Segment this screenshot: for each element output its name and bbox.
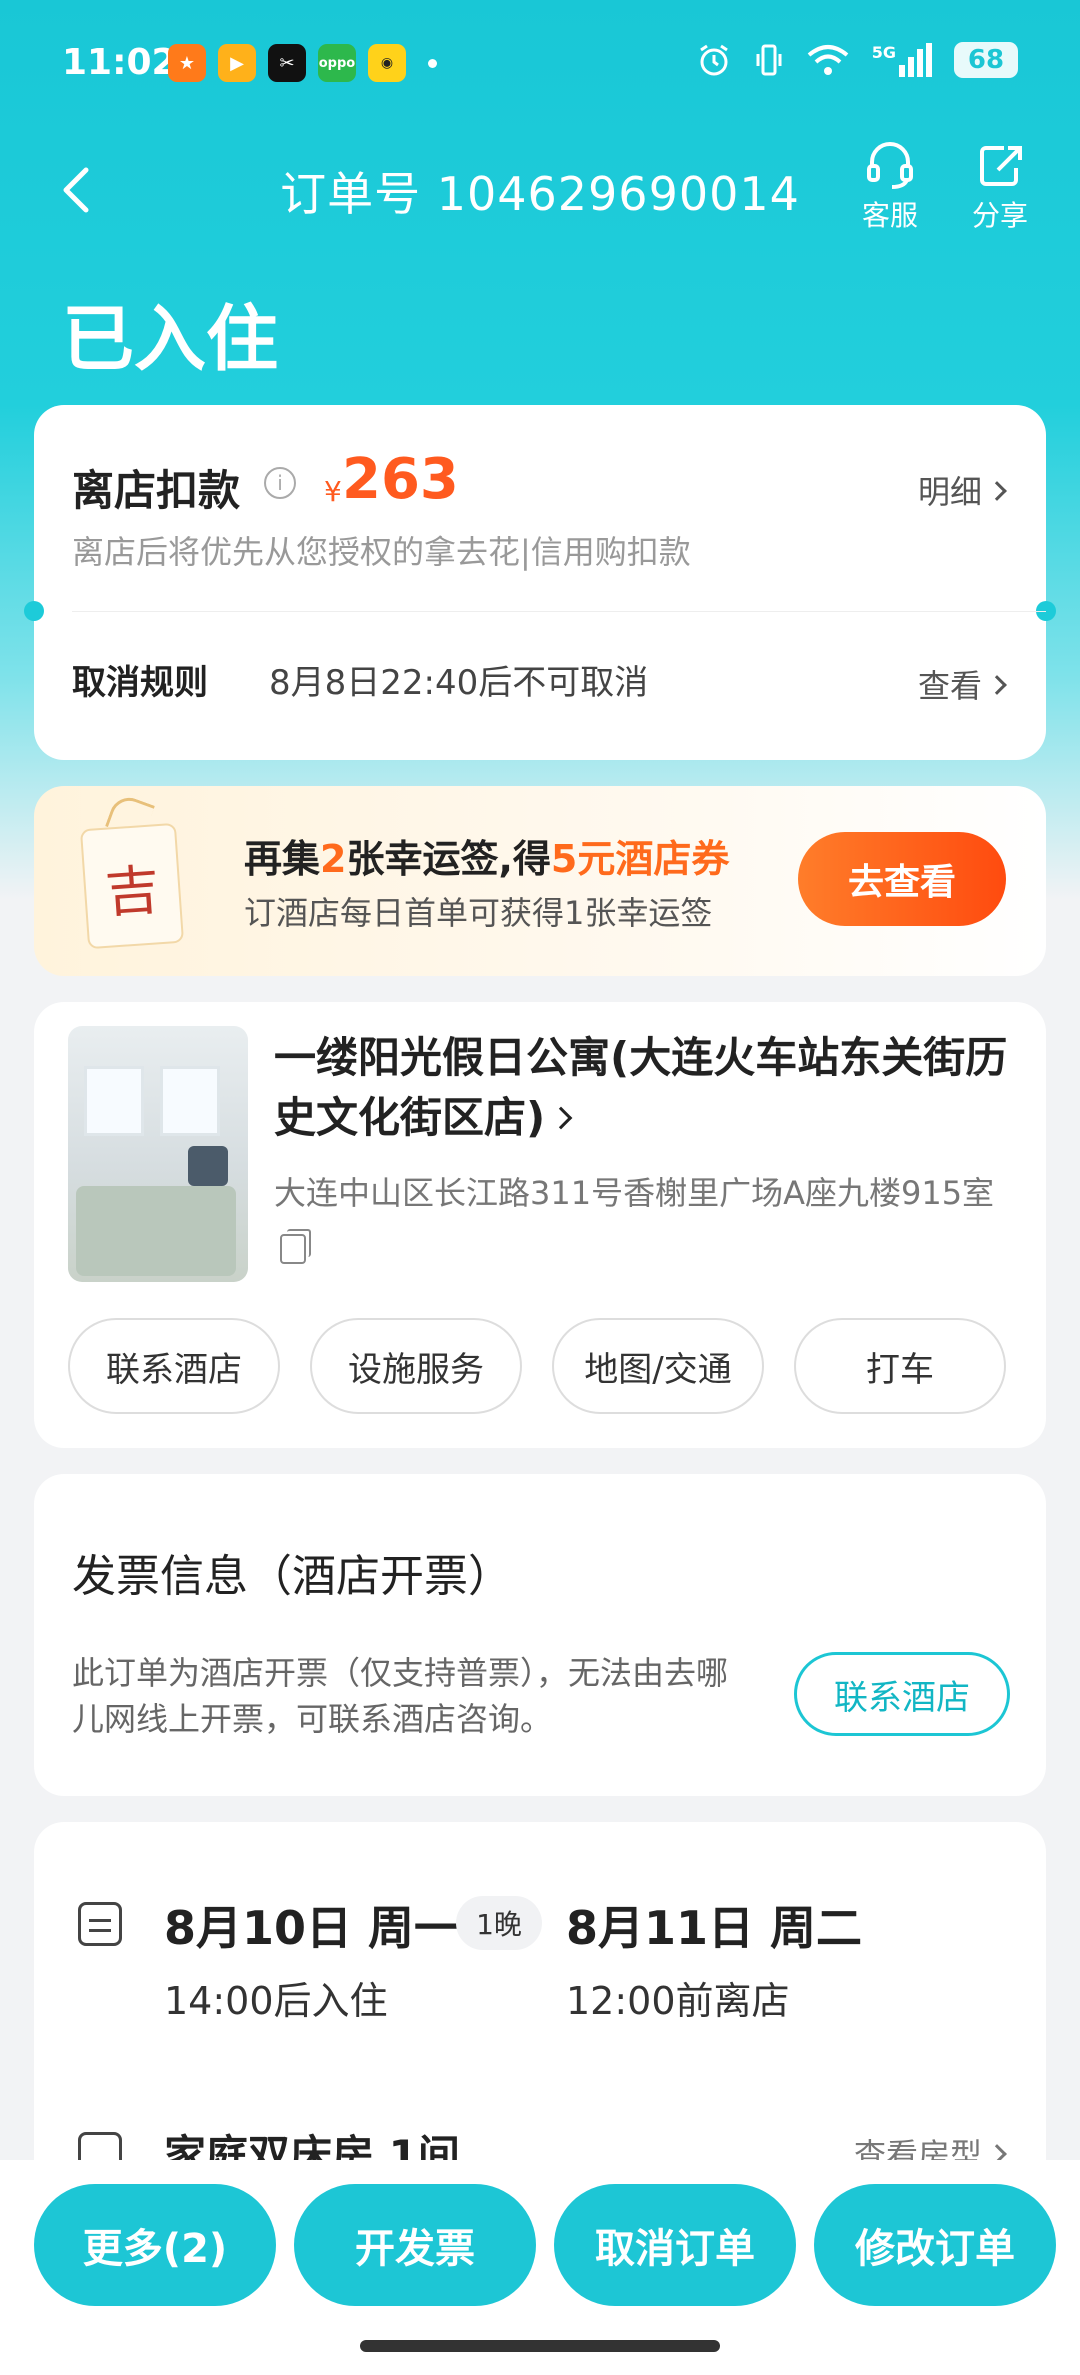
lucky-title-prefix: 再集 — [244, 837, 321, 881]
payment-amount: 263 — [342, 447, 459, 512]
currency-symbol: ¥ — [324, 475, 342, 508]
lucky-reward: 5元酒店券 — [550, 837, 730, 881]
taxi-button[interactable]: 打车 — [794, 1318, 1006, 1414]
status-time: 11:02 — [62, 42, 177, 83]
contact-hotel-button[interactable]: 联系酒店 — [68, 1318, 280, 1414]
lucky-title-mid: 张幸运签,得 — [346, 837, 551, 881]
hotel-card: 一缕阳光假日公寓(大连火车站东关街历史文化街区店) 大连中山区长江路311号香榭… — [34, 1002, 1046, 1448]
chevron-right-icon — [549, 1106, 573, 1129]
more-notifications-dot — [428, 58, 437, 68]
customer-service-button[interactable]: 客服 — [845, 142, 935, 234]
checkin-date: 8月10日 周一 — [164, 1901, 461, 1955]
cancel-rule-text: 8月8日22:40后不可取消 — [269, 663, 649, 703]
lucky-title: 再集2张幸运签,得5元酒店券 — [244, 828, 729, 883]
video-app-icon: ▶ — [218, 44, 256, 82]
game-app-icon: ◉ — [368, 44, 406, 82]
modify-order-button[interactable]: 修改订单 — [814, 2184, 1056, 2306]
nav-bar: 订单号 104629690014 客服 分享 — [0, 130, 1080, 250]
payment-detail-label: 明细 — [917, 473, 982, 511]
hotel-name: 一缕阳光假日公寓(大连火车站东关街历史文化街区店) — [274, 1033, 1008, 1142]
hotel-photo[interactable] — [68, 1026, 248, 1282]
bottom-buttons: 更多(2) 开发票 取消订单 修改订单 — [34, 2184, 1056, 2306]
bottom-action-bar: 更多(2) 开发票 取消订单 修改订单 — [0, 2160, 1080, 2375]
share-button[interactable]: 分享 — [955, 142, 1045, 234]
payment-title: 离店扣款 — [72, 466, 241, 515]
cancel-view-label: 查看 — [917, 667, 982, 705]
photo-window — [84, 1066, 144, 1136]
customer-service-label: 客服 — [861, 199, 918, 232]
hotel-action-buttons: 联系酒店 设施服务 地图/交通 打车 — [68, 1318, 1006, 1414]
share-label: 分享 — [971, 199, 1028, 232]
invoice-card: 发票信息（酒店开票） 此订单为酒店开票（仅支持普票），无法由去哪儿网线上开票，可… — [34, 1474, 1046, 1796]
invoice-title: 发票信息（酒店开票） — [72, 1551, 512, 1602]
cancel-order-button[interactable]: 取消订单 — [554, 2184, 796, 2306]
cellular-signal-icon: 5G — [872, 43, 932, 77]
network-type: 5G — [871, 43, 896, 62]
payment-card: 离店扣款 i ¥ 263 明细 离店后将优先从您授权的拿去花|信用购扣款 取消规… — [24, 405, 1056, 760]
hotel-name-link[interactable]: 一缕阳光假日公寓(大连火车站东关街历史文化街区店) — [274, 1028, 1014, 1148]
lucky-sign-banner[interactable]: 吉 再集2张幸运签,得5元酒店券 订酒店每日首单可获得1张幸运签 去查看 — [34, 786, 1046, 976]
photo-bed — [76, 1186, 236, 1276]
share-icon — [980, 146, 1022, 186]
payment-detail-link[interactable]: 明细 — [917, 467, 1007, 513]
alarm-icon — [699, 44, 728, 76]
status-app-icons: ★ ▶ ✂ oppo ◉ — [168, 44, 437, 82]
hotel-address: 大连中山区长江路311号香榭里广场A座九楼915室 — [274, 1166, 1014, 1274]
invoice-contact-hotel-button[interactable]: 联系酒店 — [794, 1652, 1010, 1736]
app-notification-icon: ★ — [168, 44, 206, 82]
cancel-rule-label: 取消规则 — [72, 663, 208, 703]
issue-invoice-button[interactable]: 开发票 — [294, 2184, 536, 2306]
lucky-count: 2 — [320, 837, 347, 881]
photo-window — [160, 1066, 220, 1136]
oppo-app-icon: oppo — [318, 44, 356, 82]
hotel-address-text: 大连中山区长江路311号香榭里广场A座九楼915室 — [274, 1174, 995, 1212]
lucky-subtitle: 订酒店每日首单可获得1张幸运签 — [244, 894, 713, 932]
checkout-time: 12:00前离店 — [566, 1979, 790, 2023]
order-status-title: 已入住 — [62, 297, 279, 381]
invoice-description: 此订单为酒店开票（仅支持普票），无法由去哪儿网线上开票，可联系酒店咨询。 — [72, 1654, 729, 1738]
headset-icon — [867, 142, 913, 189]
cancel-rule-view-link[interactable]: 查看 — [917, 661, 1007, 707]
checkin-time: 14:00后入住 — [164, 1979, 388, 2023]
info-icon[interactable]: i — [264, 467, 296, 499]
photo-chair — [188, 1146, 228, 1186]
payment-description: 离店后将优先从您授权的拿去花|信用购扣款 — [72, 533, 691, 571]
chevron-right-icon — [987, 481, 1007, 501]
home-indicator[interactable] — [360, 2340, 720, 2352]
map-transport-button[interactable]: 地图/交通 — [552, 1318, 764, 1414]
copy-icon[interactable] — [280, 1229, 311, 1264]
lucky-tag-icon: 吉 — [79, 822, 185, 950]
capcut-icon: ✂ — [268, 44, 306, 82]
more-button[interactable]: 更多(2) — [34, 2184, 276, 2306]
facilities-button[interactable]: 设施服务 — [310, 1318, 522, 1414]
vibrate-icon — [756, 44, 782, 76]
divider — [72, 611, 1046, 612]
checkout-date: 8月11日 周二 — [566, 1901, 863, 1955]
status-indicators: 5G 68 — [696, 42, 1018, 78]
card-notch-left — [24, 601, 44, 621]
status-bar: 11:02 ★ ▶ ✂ oppo ◉ 5G 68 — [0, 0, 1080, 130]
nights-badge: 1晚 — [456, 1896, 542, 1950]
view-lucky-button[interactable]: 去查看 — [798, 832, 1006, 926]
wifi-icon — [807, 45, 849, 75]
chevron-right-icon — [987, 675, 1007, 695]
calendar-icon — [78, 1902, 122, 1946]
battery-indicator: 68 — [954, 42, 1018, 78]
